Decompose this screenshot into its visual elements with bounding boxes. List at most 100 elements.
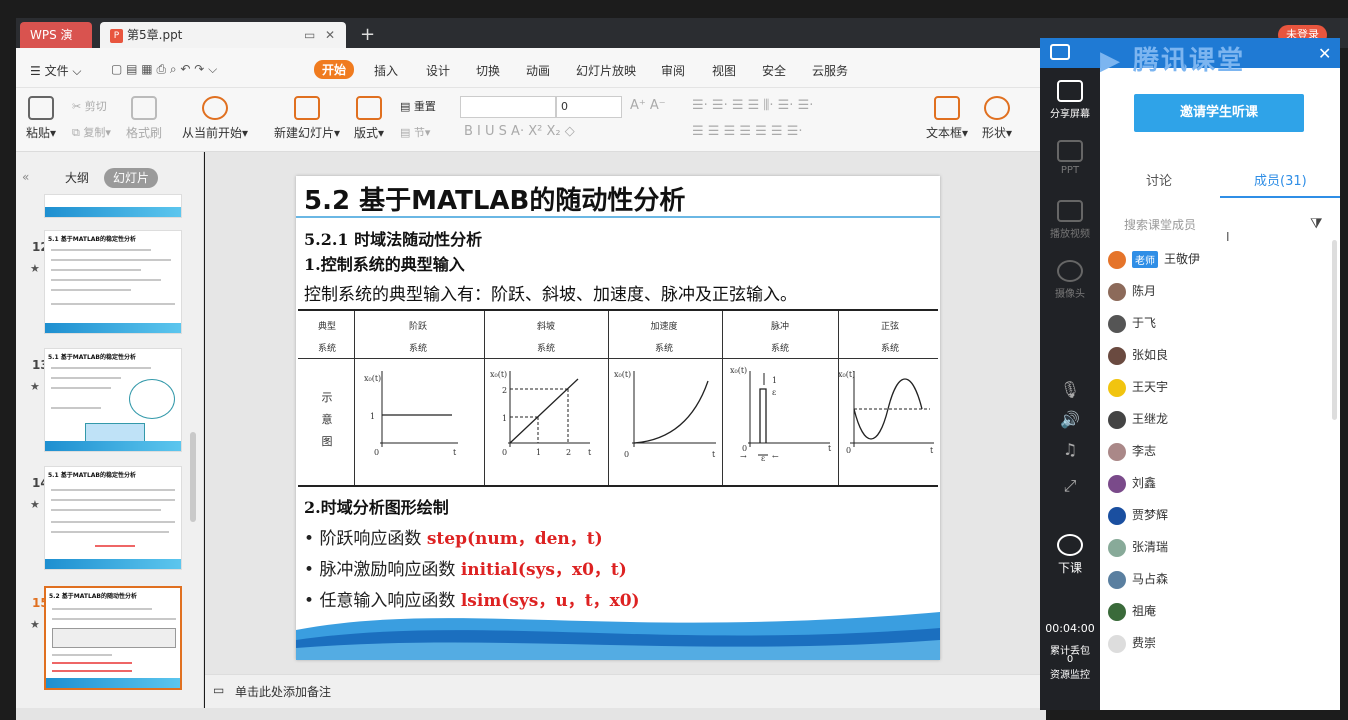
close-tab-icon[interactable]: ✕ [325, 22, 335, 48]
new-tab-button[interactable]: + [360, 22, 375, 48]
text-cursor-icon: I [1226, 230, 1230, 244]
microphone-icon[interactable]: 🎙 [1040, 380, 1100, 399]
menu-cloud[interactable]: 云服务 [812, 62, 848, 79]
thumbnail-scrollbar[interactable] [190, 432, 196, 522]
tencent-app-icon [1050, 44, 1070, 60]
copy-button[interactable]: ⧉ 复制▾ [72, 124, 111, 140]
fullscreen-icon[interactable]: ⤢ [1040, 476, 1100, 496]
member-item[interactable]: 贾梦辉 [1108, 506, 1168, 528]
svg-text:0: 0 [502, 448, 507, 457]
slide-thumbnail-partial[interactable] [44, 194, 182, 218]
member-list-scrollbar[interactable] [1332, 240, 1337, 420]
end-class-button[interactable]: 下课 [1040, 534, 1100, 576]
quick-access-icons[interactable]: ▢ ▤ ▦ ⎙ ⌕ ↶ ↷ ⌵ [111, 62, 217, 77]
svg-text:0: 0 [624, 450, 629, 459]
slide-thumbnail[interactable]: 5.1 基于MATLAB的稳定性分析 [44, 230, 182, 334]
class-timer: 00:04:00 [1045, 622, 1095, 635]
animation-star-icon: ★ [30, 618, 40, 631]
close-panel-icon[interactable]: ✕ [1318, 44, 1331, 63]
member-item[interactable]: 马占森 [1108, 570, 1168, 592]
tab-wps[interactable]: WPS 演示 [20, 22, 92, 68]
menu-design[interactable]: 设计 [426, 62, 450, 79]
notes-pane[interactable]: ▭ 单击此处添加备注 [205, 674, 1040, 708]
table-header-cell: 阶跃 [408, 322, 427, 332]
svg-text:t: t [930, 446, 934, 455]
filter-icon[interactable]: ⧩ [1310, 216, 1323, 232]
member-item[interactable]: 王继龙 [1108, 410, 1168, 432]
slide-thumbnail[interactable]: 5.1 基于MATLAB的稳定性分析 [44, 466, 182, 570]
menu-view[interactable]: 视图 [712, 62, 736, 79]
tab-slides[interactable]: 幻灯片 [104, 168, 159, 188]
tab-members[interactable]: 成员(31) [1254, 170, 1307, 189]
camera-button[interactable]: 摄像头 [1040, 260, 1100, 300]
member-item[interactable]: 老师 王敬伊 [1108, 250, 1200, 272]
play-video-button[interactable]: 播放视频 [1040, 200, 1100, 240]
table-header-cell: 系统 [654, 344, 673, 354]
format-painter-button[interactable]: 格式刷 [126, 96, 162, 141]
status-bar [16, 708, 1046, 720]
slide[interactable]: 5.2 基于MATLAB的随动性分析 5.2.1 时域法随动性分析 1.控制系统… [296, 176, 940, 660]
avatar [1108, 474, 1126, 493]
member-item[interactable]: 王天宇 [1108, 378, 1168, 400]
menu-file[interactable]: ☰ 文件 ⌵ [30, 62, 82, 79]
menu-slideshow[interactable]: 幻灯片放映 [576, 62, 636, 79]
avatar [1108, 602, 1126, 621]
reset-button[interactable]: ▤ 重置 [400, 98, 436, 114]
play-icon [202, 96, 229, 120]
member-item[interactable]: 张如良 [1108, 346, 1168, 368]
invite-students-button[interactable]: 邀请学生听课 [1134, 94, 1304, 132]
textbox-button[interactable]: 文本框▾ [926, 96, 968, 141]
paste-icon [28, 96, 55, 120]
menu-insert[interactable]: 插入 [374, 62, 398, 79]
collapse-icon[interactable]: « [22, 170, 29, 184]
axis-label: x₀(t) [614, 370, 631, 379]
menu-review[interactable]: 审阅 [661, 62, 685, 79]
member-search-input[interactable]: 搜索课堂成员 [1110, 212, 1330, 238]
tab-outline[interactable]: 大纲 [56, 168, 98, 188]
svg-text:1: 1 [536, 448, 541, 457]
member-item[interactable]: 于飞 [1108, 314, 1156, 336]
speaker-icon[interactable]: 🔊 [1040, 410, 1100, 429]
menu-start[interactable]: 开始 [314, 60, 355, 79]
member-item[interactable]: 费崇 [1108, 634, 1156, 656]
new-slide-button[interactable]: 新建幻灯片▾ [274, 96, 340, 141]
section-button[interactable]: ▤ 节▾ [400, 124, 430, 140]
svg-text:0: 0 [846, 446, 851, 455]
slide-thumbnail[interactable]: 5.1 基于MATLAB的稳定性分析 [44, 348, 182, 452]
menu-transition[interactable]: 切换 [476, 62, 500, 79]
svg-text:ε: ε [772, 388, 776, 397]
font-size-input[interactable]: 0 [556, 96, 622, 118]
member-item[interactable]: 陈月 [1108, 282, 1156, 304]
slide-subtitle: 5.2.1 时域法随动性分析 [304, 230, 483, 249]
shape-button[interactable]: 形状▾ [982, 96, 1012, 141]
font-style-icons[interactable]: B I U S A· X² X₂ ◇ [464, 124, 575, 139]
font-name-input[interactable] [460, 96, 556, 118]
menu-animation[interactable]: 动画 [526, 62, 550, 79]
cut-button[interactable]: ✂ 剪切 [72, 98, 107, 114]
resource-monitor[interactable]: 资源监控 [1040, 666, 1100, 681]
panel-tabs: « 大纲 幻灯片 [20, 168, 190, 190]
share-screen-button[interactable]: 分享屏幕 [1040, 80, 1100, 120]
member-item[interactable]: 张清瑞 [1108, 538, 1168, 560]
axis-label: x₀(t) [490, 370, 507, 379]
slide-subtitle: 1.控制系统的典型输入 [304, 255, 465, 274]
slide-thumbnail-selected[interactable]: 5.2 基于MATLAB的随动性分析 [44, 586, 182, 690]
play-from-current-button[interactable]: 从当前开始▾ [182, 96, 248, 141]
tab-document[interactable]: P 第5章.ppt ▭ ✕ [100, 22, 346, 48]
paste-button[interactable]: 粘贴▾ [26, 96, 56, 141]
member-item[interactable]: 祖庵 [1108, 602, 1156, 624]
menu-security[interactable]: 安全 [762, 62, 786, 79]
ppt-icon [1057, 140, 1083, 162]
font-grow-icons[interactable]: A⁺ A⁻ [630, 98, 666, 113]
layout-button[interactable]: 版式▾ [354, 96, 384, 141]
member-item[interactable]: 李志 [1108, 442, 1156, 464]
member-item[interactable]: 刘鑫 [1108, 474, 1156, 496]
music-icon[interactable]: ♫ [1040, 440, 1100, 459]
pin-icon[interactable]: ▭ [304, 22, 315, 48]
ppt-button[interactable]: PPT [1040, 140, 1100, 176]
tab-discussion[interactable]: 讨论 [1146, 170, 1172, 189]
align-icons[interactable]: ☰ ☰ ☰ ☰ ☰ ☰ ☰· [692, 124, 803, 139]
svg-text:2: 2 [566, 448, 571, 457]
slide-intro-text: 控制系统的典型输入有：阶跃、斜坡、加速度、脉冲及正弦输入。 [304, 285, 797, 305]
list-icons[interactable]: ☰· ☰· ☰ ☰ ⫼· ☰· ☰· [692, 98, 813, 113]
